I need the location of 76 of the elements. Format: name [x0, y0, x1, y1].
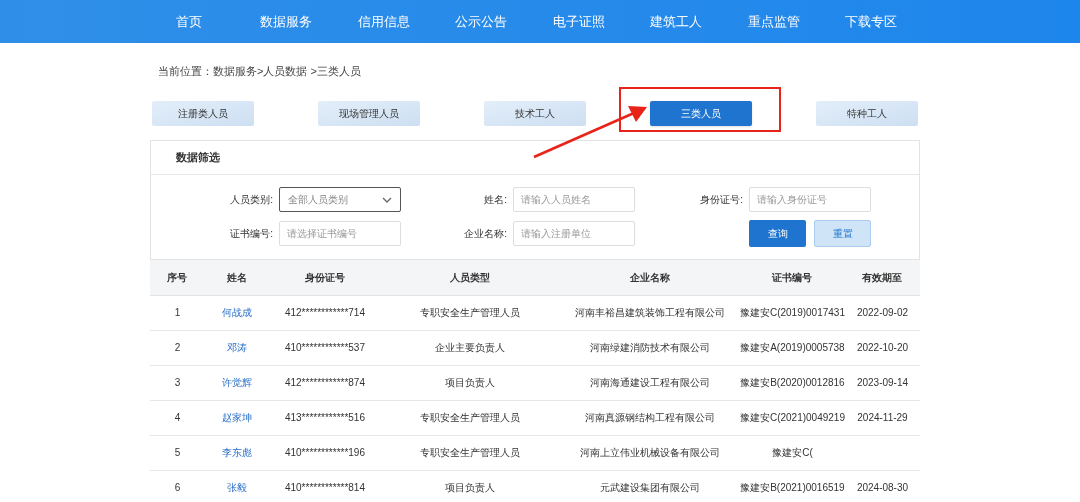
table-cell: 2	[174, 342, 181, 353]
field-label: 人员类别:	[230, 193, 274, 207]
nav-link[interactable]: 信用信息	[335, 11, 433, 32]
nav-link[interactable]: 下载专区	[822, 11, 920, 32]
table-cell: 专职安全生产管理人员	[419, 307, 520, 318]
person-name-link[interactable]: 赵家坤	[222, 412, 253, 423]
nav-link[interactable]: 公示公告	[432, 11, 530, 32]
category-select[interactable]: 全部人员类别	[279, 187, 401, 212]
person-name-link[interactable]: 邓涛	[227, 342, 248, 353]
column-header: 姓名	[205, 260, 270, 295]
field-label: 企业名称:	[464, 227, 508, 241]
table-cell: 2022-10-20	[856, 342, 909, 353]
table-cell: 河南真源钢结构工程有限公司	[584, 412, 715, 423]
table-cell: 河南绿建消防技术有限公司	[589, 342, 710, 353]
table-cell: 412************714	[284, 307, 365, 318]
table-cell: 豫建安C(	[772, 447, 813, 458]
table-cell: 3	[174, 377, 181, 388]
person-name-link[interactable]: 许觉辉	[222, 377, 253, 388]
table-cell: 4	[174, 412, 181, 423]
table-cell: 5	[174, 447, 181, 458]
input-field[interactable]: 请输入身份证号	[749, 187, 871, 212]
input-field[interactable]: 请输入人员姓名	[513, 187, 635, 212]
input-field[interactable]: 请输入注册单位	[513, 221, 635, 246]
table-cell: 豫建安A(2019)0005738	[740, 342, 845, 353]
table-cell: 410************814	[284, 482, 365, 493]
table-cell: 2024-11-29	[857, 412, 908, 423]
nav-link[interactable]: 首页	[140, 11, 238, 32]
field-label: 身份证号:	[700, 193, 744, 207]
search-button[interactable]: 查询	[749, 220, 806, 247]
table-cell: 豫建安C(2019)0017431	[739, 307, 845, 318]
table-cell: 项目负责人	[444, 377, 495, 388]
table-cell: 元武建设集团有限公司	[599, 482, 700, 493]
table-cell: 河南海通建设工程有限公司	[589, 377, 710, 388]
table-cell: 企业主要负责人	[434, 342, 505, 353]
person-name-link[interactable]: 张毅	[227, 482, 248, 493]
breadcrumb: 当前位置：数据服务>人员数据 >三类人员	[158, 64, 362, 79]
table-cell: 豫建安C(2021)0049219	[739, 412, 845, 423]
person-name-link[interactable]: 李东彪	[222, 447, 253, 458]
table-cell: 专职安全生产管理人员	[419, 447, 520, 458]
table-cell: 河南丰裕昌建筑装饰工程有限公司	[574, 307, 725, 318]
category-tab[interactable]: 注册类人员	[152, 101, 254, 126]
column-header: 人员类型	[379, 260, 560, 295]
category-tab[interactable]: 三类人员	[650, 101, 752, 126]
nav-link[interactable]: 建筑工人	[627, 11, 725, 32]
table-cell: 专职安全生产管理人员	[419, 412, 520, 423]
table-cell: 2022-09-02	[856, 307, 909, 318]
table-cell: 1	[174, 307, 181, 318]
person-name-link[interactable]: 何战成	[222, 307, 253, 318]
table-cell: 413************516	[284, 412, 365, 423]
column-header: 证书编号	[739, 260, 845, 295]
panel-title: 数据筛选	[176, 150, 220, 166]
category-tab[interactable]: 技术工人	[484, 101, 586, 126]
input-field[interactable]: 请选择证书编号	[279, 221, 401, 246]
field-label: 证书编号:	[230, 227, 274, 241]
nav-link[interactable]: 数据服务	[237, 11, 335, 32]
table-cell: 412************874	[284, 377, 365, 388]
column-header: 序号	[150, 260, 205, 295]
table-cell: 河南上立伟业机械设备有限公司	[579, 447, 720, 458]
field-label: 姓名:	[484, 193, 508, 207]
nav-link[interactable]: 重点监管	[725, 11, 823, 32]
table-cell: 豫建安B(2021)0016519	[740, 482, 845, 493]
reset-button[interactable]: 重置	[814, 220, 871, 247]
chevron-down-icon	[382, 196, 392, 203]
table-cell: 项目负责人	[444, 482, 495, 493]
table-cell: 410************537	[284, 342, 365, 353]
table-cell: 410************196	[284, 447, 365, 458]
category-tab[interactable]: 现场管理人员	[318, 101, 420, 126]
table-cell: 2024-08-30	[856, 482, 909, 493]
column-header: 企业名称	[559, 260, 740, 295]
category-tab[interactable]: 特种工人	[816, 101, 918, 126]
column-header: 身份证号	[269, 260, 380, 295]
table-cell: 2023-09-14	[856, 377, 909, 388]
table-cell: 豫建安B(2020)0012816	[740, 377, 845, 388]
table-cell: 6	[174, 482, 181, 493]
column-header: 有效期至	[844, 260, 920, 295]
nav-link[interactable]: 电子证照	[530, 11, 628, 32]
